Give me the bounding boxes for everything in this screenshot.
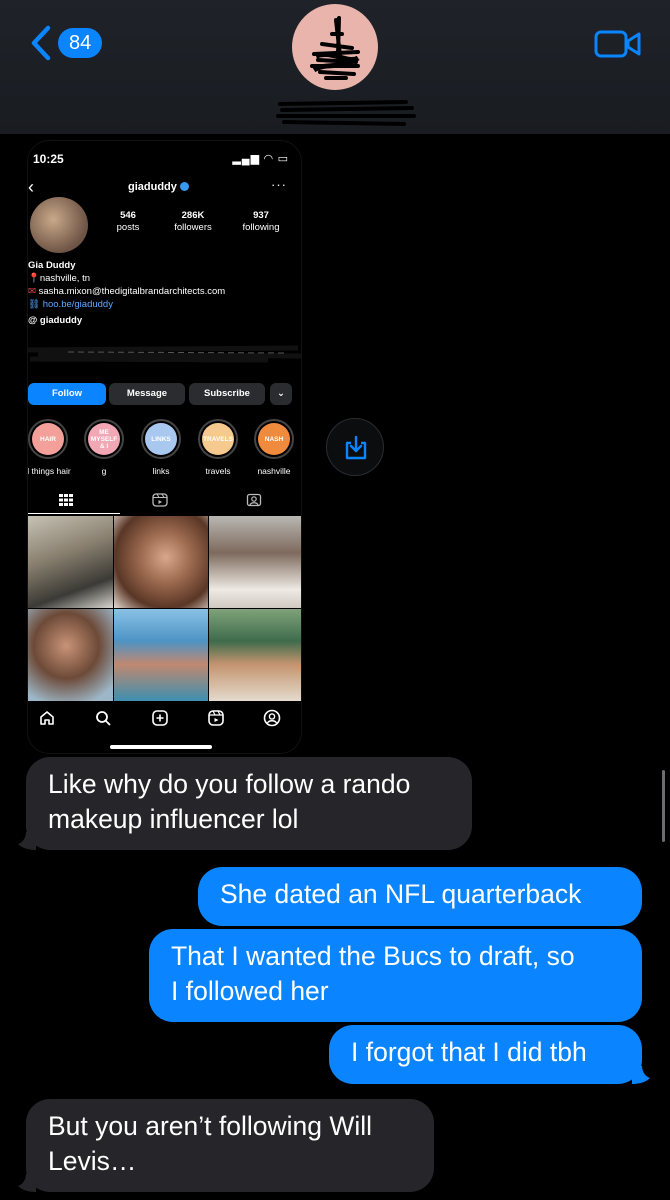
active-tab-indicator xyxy=(28,513,120,514)
download-icon xyxy=(345,435,367,460)
bio-name: Gia Duddy xyxy=(28,260,76,271)
bio-threads: @ giaduddy xyxy=(28,315,83,326)
post-grid xyxy=(28,516,301,701)
highlight-nash: NASH nashville xyxy=(254,419,294,476)
pin-icon: 📍 xyxy=(28,273,40,284)
create-icon xyxy=(152,710,168,726)
post-thumbnail xyxy=(114,609,208,701)
bio-redaction xyxy=(28,345,301,363)
reels-icon xyxy=(208,710,224,726)
message-sent[interactable]: I forgot that I did tbh xyxy=(329,1025,650,1084)
scrollbar[interactable] xyxy=(662,770,665,842)
message-button: Message xyxy=(109,383,185,405)
profile-nav: ‹ giaduddy ··· xyxy=(28,177,301,199)
suggested-dropdown-icon: ⌄ xyxy=(270,383,292,405)
stat-followers: 286K followers xyxy=(174,210,212,233)
save-attachment-button[interactable] xyxy=(326,418,384,476)
message-sent[interactable]: She dated an NFL quarterback xyxy=(198,867,642,926)
mail-icon: ✉ xyxy=(28,286,39,297)
bubble-tail xyxy=(18,1174,36,1192)
bubble-tail xyxy=(632,1066,650,1084)
reels-icon xyxy=(152,493,168,507)
profile-bio: Gia Duddy 📍nashville, tn ✉ sasha.mixon@t… xyxy=(28,259,225,327)
chevron-left-icon xyxy=(31,25,51,61)
status-icons: ▂▄▆ ◠ ▭ xyxy=(232,153,289,165)
tagged-icon xyxy=(246,493,262,507)
highlight-hair: HAIR ll things hair xyxy=(28,419,71,476)
message-text: But you aren’t following Will xyxy=(48,1111,373,1141)
home-icon xyxy=(40,711,54,725)
search-icon xyxy=(96,711,111,726)
more-icon: ··· xyxy=(271,177,287,192)
bio-location: 📍nashville, tn xyxy=(28,273,91,284)
unread-count-badge: 84 xyxy=(58,28,103,58)
profile-tabs xyxy=(28,489,301,515)
post-thumbnail xyxy=(114,516,208,608)
message-text: I followed her xyxy=(171,976,329,1006)
back-button[interactable]: 84 xyxy=(28,24,103,62)
post-thumbnail xyxy=(209,516,301,608)
profile-avatar xyxy=(30,197,88,253)
link-icon: ⛓ xyxy=(28,299,43,310)
video-call-icon[interactable] xyxy=(594,28,642,60)
bubble-tail xyxy=(18,832,36,850)
grid-icon xyxy=(59,494,73,506)
message-text: Like why do you follow a rando xyxy=(48,769,411,799)
message-text: Levis… xyxy=(48,1146,137,1176)
message-text: makeup influencer lol xyxy=(48,804,299,834)
contact-avatar[interactable] xyxy=(292,4,378,90)
redaction-scribble xyxy=(310,16,360,80)
conversation-header: 84 xyxy=(0,0,670,134)
verified-icon xyxy=(179,182,189,191)
home-indicator xyxy=(110,745,212,749)
message-received[interactable]: But you aren’t following Will Levis… xyxy=(18,1099,434,1192)
message-text: She dated an NFL quarterback xyxy=(220,879,582,909)
threads-icon: @ xyxy=(28,315,40,326)
bio-link: ⛓ hoo.be/giaduddy xyxy=(28,299,113,310)
profile-username: giaduddy xyxy=(128,181,189,193)
bio-email: ✉ sasha.mixon@thedigitalbrandarchitects.… xyxy=(28,286,226,297)
post-thumbnail xyxy=(28,516,113,608)
message-text: That I wanted the Bucs to draft, so xyxy=(171,941,575,971)
message-text: I forgot that I did tbh xyxy=(351,1037,587,1067)
subscribe-button: Subscribe xyxy=(189,383,265,405)
bottom-tab-bar xyxy=(28,703,301,743)
chevron-left-icon: ‹ xyxy=(28,177,34,197)
follow-button: Follow xyxy=(28,383,106,405)
highlight-links: LINKS links xyxy=(141,419,181,476)
post-thumbnail xyxy=(28,609,113,701)
contact-name-redaction[interactable] xyxy=(276,98,416,128)
message-received[interactable]: Like why do you follow a rando makeup in… xyxy=(18,757,472,850)
screenshot-attachment[interactable]: 10:25 ▂▄▆ ◠ ▭ ‹ giaduddy ··· 546 posts 28… xyxy=(27,140,302,754)
highlight-me-myself: ME MYSELF & I g xyxy=(84,419,124,476)
message-sent[interactable]: That I wanted the Bucs to draft, so I fo… xyxy=(149,929,642,1022)
highlight-travels: TRAVELS travels xyxy=(198,419,238,476)
post-thumbnail xyxy=(209,609,301,701)
stat-following: 937 following xyxy=(242,210,280,233)
status-bar: 10:25 ▂▄▆ ◠ ▭ xyxy=(28,141,301,175)
profile-icon xyxy=(263,709,281,727)
stat-posts: 546 posts xyxy=(116,210,140,233)
status-time: 10:25 xyxy=(33,152,64,166)
